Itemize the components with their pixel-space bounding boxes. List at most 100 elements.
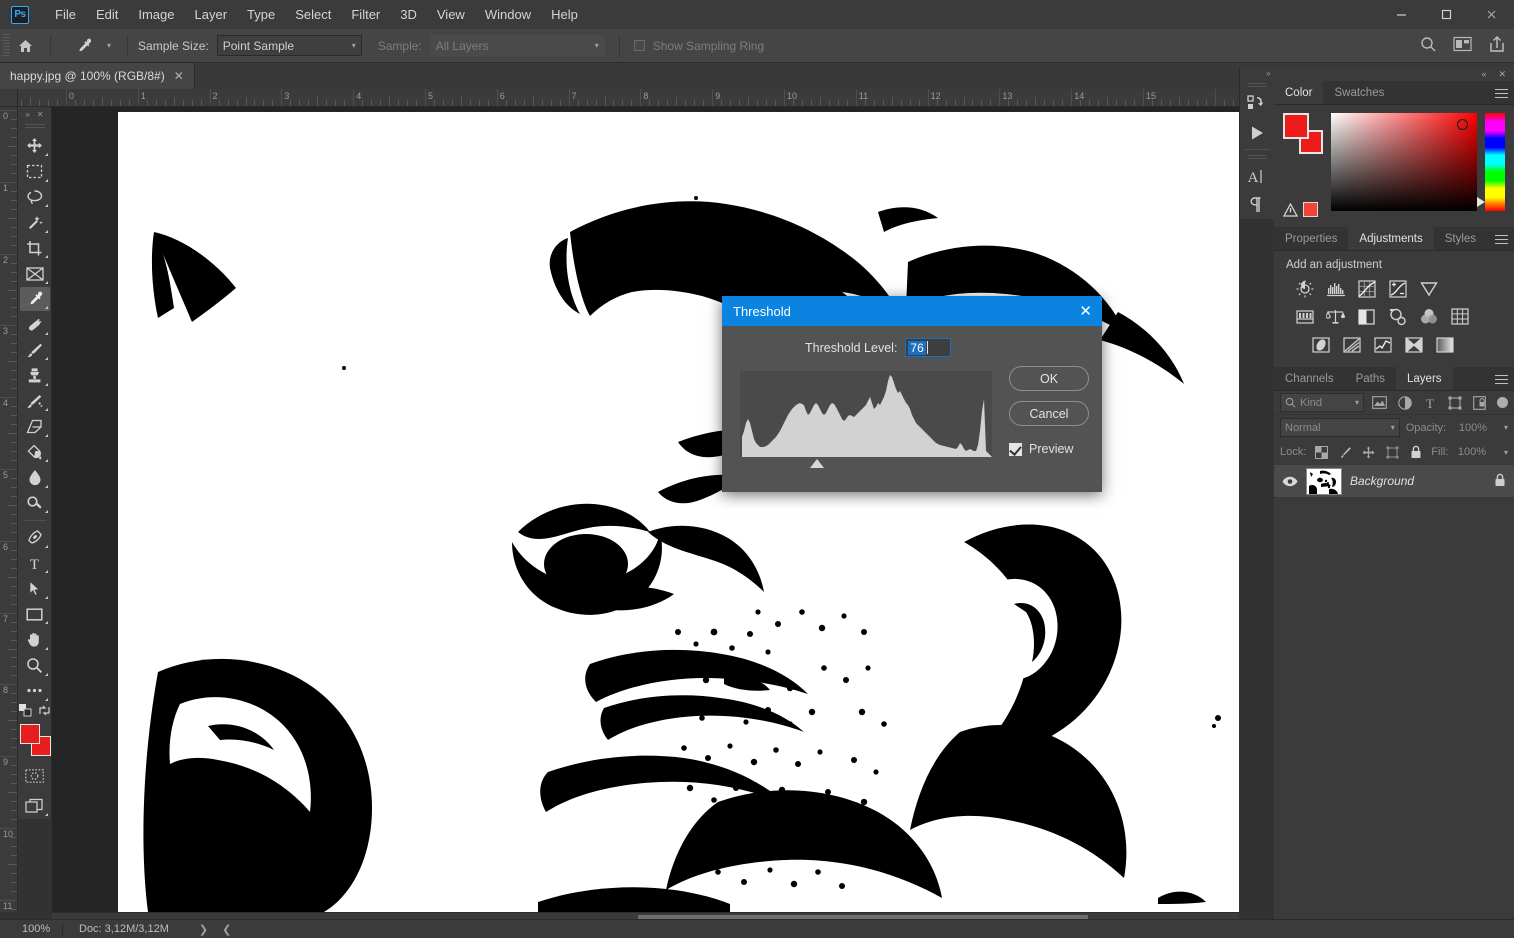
shape-layer-filter-icon[interactable] (1445, 393, 1464, 412)
color-panel-menu-button[interactable] (1495, 81, 1508, 105)
adjustments-panel-menu-button[interactable] (1495, 227, 1508, 251)
document-canvas[interactable] (118, 112, 1239, 912)
document-tab-close-icon[interactable]: ✕ (174, 69, 184, 83)
current-tool-chip[interactable]: ▾ (69, 33, 117, 59)
preview-checkbox[interactable] (1009, 443, 1022, 456)
horizontal-ruler[interactable]: 0123456789101112131415 (18, 89, 1239, 107)
zoom-tool[interactable] (20, 653, 50, 678)
blur-tool[interactable] (20, 465, 50, 490)
color-swatches[interactable] (20, 724, 50, 756)
layer-filter-toggle[interactable] (1497, 397, 1508, 408)
menu-edit[interactable]: Edit (86, 3, 128, 27)
menu-file[interactable]: File (45, 3, 86, 27)
tools-panel-header[interactable]: » ✕ (18, 107, 52, 122)
threshold-dialog-title-bar[interactable]: Threshold ✕ (722, 296, 1102, 326)
color-balance-icon[interactable] (1325, 306, 1346, 327)
gamut-safe-swatch[interactable] (1303, 202, 1318, 217)
threshold-level-input[interactable]: 76 (905, 338, 951, 357)
eyedropper-tool[interactable] (20, 287, 50, 312)
lasso-tool[interactable] (20, 185, 50, 210)
move-tool[interactable] (20, 134, 50, 159)
lock-transparency-icon[interactable] (1313, 443, 1330, 462)
play-actions-icon[interactable] (1241, 119, 1273, 147)
menu-3d[interactable]: 3D (390, 3, 427, 27)
threshold-dialog[interactable]: Threshold ✕ Threshold Level: 76 (722, 296, 1102, 492)
levels-icon[interactable] (1325, 278, 1346, 299)
preview-row[interactable]: Preview (1009, 442, 1089, 456)
exposure-icon[interactable] (1387, 278, 1408, 299)
workspace-icon[interactable] (1453, 36, 1472, 55)
dodge-tool[interactable] (20, 491, 50, 516)
fill-value[interactable]: 100% (1455, 443, 1489, 462)
eye-icon[interactable] (1282, 476, 1298, 487)
vibrance-icon[interactable] (1418, 278, 1439, 299)
menu-select[interactable]: Select (285, 3, 341, 27)
lock-all-icon[interactable] (1408, 443, 1425, 462)
history-brush-tool[interactable] (20, 389, 50, 414)
threshold-slider-track[interactable] (740, 459, 992, 471)
quick-selection-tool[interactable] (20, 210, 50, 235)
status-document-info[interactable]: Doc: 3,12M/3,12M (63, 923, 169, 935)
hue-strip[interactable] (1485, 113, 1505, 211)
lock-position-icon[interactable] (1360, 443, 1377, 462)
show-sampling-ring-checkbox[interactable] (634, 40, 645, 51)
layer-thumbnail[interactable] (1306, 468, 1342, 495)
eraser-tool[interactable] (20, 414, 50, 439)
tab-swatches[interactable]: Swatches (1323, 81, 1395, 104)
default-colors-icon[interactable] (19, 704, 32, 720)
tab-channels[interactable]: Channels (1274, 367, 1345, 390)
selective-color-icon[interactable] (1434, 334, 1455, 355)
color-field-cursor[interactable] (1457, 119, 1468, 130)
tools-panel-grip[interactable] (25, 124, 45, 130)
rectangle-tool[interactable] (20, 602, 50, 627)
threshold-dialog-close-icon[interactable]: ✕ (1079, 304, 1092, 319)
pen-tool[interactable] (20, 525, 50, 550)
menu-image[interactable]: Image (128, 3, 184, 27)
clone-stamp-tool[interactable] (20, 363, 50, 388)
search-icon[interactable] (1420, 36, 1437, 56)
paragraph-panel-icon[interactable] (1241, 191, 1273, 219)
smart-object-filter-icon[interactable] (1470, 393, 1489, 412)
channel-mixer-icon[interactable] (1418, 306, 1439, 327)
expand-tools-icon[interactable]: » (25, 110, 29, 119)
tab-properties[interactable]: Properties (1274, 227, 1348, 250)
layer-filter-kind-select[interactable]: Kind ▾ (1280, 393, 1364, 412)
tab-styles[interactable]: Styles (1434, 227, 1487, 250)
screen-mode-tool[interactable] (20, 794, 50, 819)
tab-adjustments[interactable]: Adjustments (1348, 227, 1433, 250)
color-lookup-icon[interactable] (1449, 306, 1470, 327)
sample-select[interactable]: All Layers ▾ (430, 35, 605, 56)
swap-colors-icon[interactable] (38, 704, 51, 720)
close-button[interactable] (1469, 0, 1514, 29)
type-layer-filter-icon[interactable]: T (1420, 393, 1439, 412)
opacity-value[interactable]: 100% (1452, 418, 1490, 437)
lock-image-icon[interactable] (1337, 443, 1354, 462)
tab-layers[interactable]: Layers (1396, 367, 1453, 390)
ok-button[interactable]: OK (1009, 366, 1089, 391)
show-sampling-ring-row[interactable]: Show Sampling Ring (634, 39, 764, 53)
invert-icon[interactable] (1310, 334, 1331, 355)
photo-filter-icon[interactable] (1387, 306, 1408, 327)
character-panel-icon[interactable]: A (1241, 163, 1273, 191)
tool-preset-caret-icon[interactable]: ▾ (107, 41, 111, 50)
threshold-icon[interactable] (1372, 334, 1393, 355)
color-field[interactable] (1331, 113, 1477, 211)
blend-mode-select[interactable]: Normal ▾ (1280, 418, 1400, 437)
posterize-icon[interactable] (1341, 334, 1362, 355)
canvas-area[interactable] (52, 107, 1239, 912)
brush-tool[interactable] (20, 338, 50, 363)
maximize-button[interactable] (1424, 0, 1469, 29)
menu-layer[interactable]: Layer (185, 3, 238, 27)
collapse-dock-icon[interactable]: « (1481, 69, 1486, 79)
rail-grip-2[interactable] (1248, 155, 1266, 160)
hue-saturation-icon[interactable] (1294, 306, 1315, 327)
home-icon[interactable] (10, 38, 40, 54)
close-dock-icon[interactable]: ✕ (1498, 69, 1506, 80)
sample-size-select[interactable]: Point Sample ▾ (217, 35, 362, 56)
tab-paths[interactable]: Paths (1345, 367, 1396, 390)
tab-color[interactable]: Color (1274, 81, 1323, 104)
curves-icon[interactable] (1356, 278, 1377, 299)
lock-artboard-icon[interactable] (1384, 443, 1401, 462)
document-tab[interactable]: happy.jpg @ 100% (RGB/8#) ✕ (0, 63, 195, 89)
layers-panel-menu-button[interactable] (1495, 367, 1508, 391)
